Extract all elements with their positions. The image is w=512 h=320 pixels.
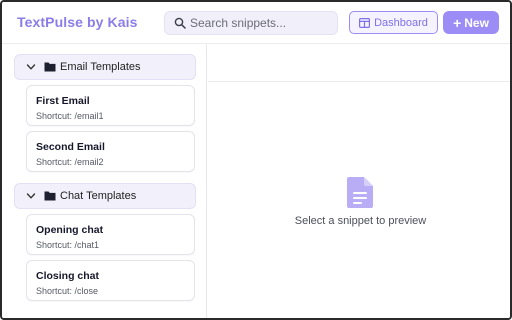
search-input[interactable]: [190, 14, 334, 32]
snippet-title: Opening chat: [36, 224, 104, 236]
new-label: New: [464, 15, 489, 30]
snippet-card[interactable]: Second Email Shortcut: /email2: [26, 131, 195, 172]
snippet-title: Second Email: [36, 141, 105, 153]
document-icon: [347, 177, 373, 208]
search-icon: [174, 17, 186, 29]
folder-email-templates[interactable]: Email Templates: [14, 54, 196, 80]
chevron-down-icon: [26, 193, 36, 199]
snippet-card[interactable]: First Email Shortcut: /email1: [26, 85, 195, 126]
snippet-title: Closing chat: [36, 270, 100, 282]
snippet-shortcut: Shortcut: /chat1: [36, 240, 100, 250]
brand-title: TextPulse by Kais: [17, 14, 138, 30]
snippet-shortcut: Shortcut: /email1: [36, 111, 104, 121]
search-box[interactable]: [164, 11, 338, 35]
snippet-card[interactable]: Opening chat Shortcut: /chat1: [26, 214, 195, 255]
empty-state-text: Select a snippet to preview: [294, 215, 427, 227]
folder-chat-templates[interactable]: Chat Templates: [14, 183, 196, 209]
top-bar: TextPulse by Kais Dashboard + New: [2, 2, 510, 44]
sidebar: Email Templates First Email Shortcut: /e…: [2, 44, 207, 318]
table-icon: [359, 17, 371, 28]
chevron-down-icon: [26, 64, 36, 70]
snippet-shortcut: Shortcut: /email2: [36, 157, 104, 167]
folder-icon: [44, 62, 56, 72]
snippet-title: First Email: [36, 95, 90, 107]
preview-toolbar: [208, 44, 510, 82]
folder-label: Email Templates: [60, 61, 141, 73]
folder-icon: [44, 191, 56, 201]
snippet-shortcut: Shortcut: /close: [36, 286, 99, 296]
preview-pane: Select a snippet to preview: [208, 44, 510, 318]
new-snippet-button[interactable]: + New: [443, 11, 499, 34]
dashboard-label: Dashboard: [374, 16, 428, 29]
folder-label: Chat Templates: [60, 190, 137, 202]
plus-icon: +: [453, 14, 462, 31]
app-window: TextPulse by Kais Dashboard + New: [0, 0, 512, 320]
snippet-card[interactable]: Closing chat Shortcut: /close: [26, 260, 195, 301]
dashboard-button[interactable]: Dashboard: [349, 11, 438, 34]
